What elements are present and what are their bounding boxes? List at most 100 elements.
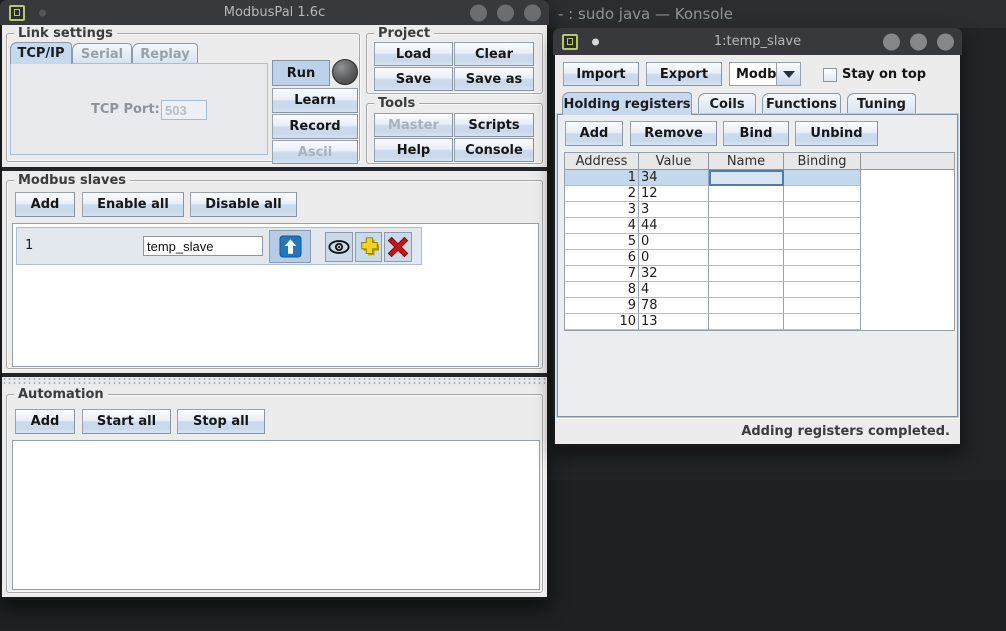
col-value[interactable]: Value: [639, 153, 709, 170]
cell-binding[interactable]: [784, 186, 861, 202]
col-name[interactable]: Name: [709, 153, 784, 170]
record-button[interactable]: Record: [272, 114, 358, 139]
table-row[interactable]: 6 0: [565, 250, 861, 266]
col-address[interactable]: Address: [565, 153, 639, 170]
cell-address[interactable]: 7: [565, 266, 639, 282]
clear-button[interactable]: Clear: [454, 42, 534, 66]
slave-maximize-button[interactable]: [910, 33, 927, 50]
cell-address[interactable]: 5: [565, 234, 639, 250]
cell-name[interactable]: [709, 250, 784, 266]
ascii-button[interactable]: Ascii: [272, 140, 358, 164]
cell-name[interactable]: [709, 282, 784, 298]
konsole-titlebar[interactable]: - : sudo java — Konsole: [548, 0, 1006, 28]
tab-tuning[interactable]: Tuning: [847, 93, 916, 115]
col-binding[interactable]: Binding: [784, 153, 861, 170]
slave-delete-button[interactable]: [384, 232, 412, 262]
tab-replay[interactable]: Replay: [132, 43, 198, 64]
load-button[interactable]: Load: [374, 42, 453, 66]
modbuspal-titlebar[interactable]: ModbusPal 1.6c: [0, 0, 549, 25]
close-button[interactable]: [524, 4, 541, 21]
tcp-port-input[interactable]: [161, 100, 207, 120]
stop-all-button[interactable]: Stop all: [177, 409, 265, 434]
cell-name[interactable]: [709, 266, 784, 282]
cell-address[interactable]: 10: [565, 314, 639, 330]
cell-value[interactable]: 44: [639, 218, 709, 234]
table-row[interactable]: 4 44: [565, 218, 861, 234]
minimize-button[interactable]: [470, 4, 487, 21]
cell-binding[interactable]: [784, 170, 861, 186]
cell-name[interactable]: [709, 186, 784, 202]
cell-name[interactable]: [709, 298, 784, 314]
mode-combobox-arrow-button[interactable]: [776, 62, 801, 86]
maximize-button[interactable]: [497, 4, 514, 21]
automation-add-button[interactable]: Add: [15, 409, 75, 434]
slave-titlebar[interactable]: 1:temp_slave: [553, 28, 962, 55]
cell-binding[interactable]: [784, 218, 861, 234]
registers-table-header[interactable]: Address Value Name Binding: [565, 153, 954, 170]
cell-binding[interactable]: [784, 202, 861, 218]
start-all-button[interactable]: Start all: [82, 409, 171, 434]
cell-address[interactable]: 6: [565, 250, 639, 266]
slave-name-input[interactable]: [143, 236, 263, 256]
cell-value[interactable]: 0: [639, 234, 709, 250]
register-add-button[interactable]: Add: [565, 121, 623, 146]
import-button[interactable]: Import: [563, 62, 639, 86]
cell-address[interactable]: 3: [565, 202, 639, 218]
tab-functions[interactable]: Functions: [762, 93, 841, 115]
table-row[interactable]: 2 12: [565, 186, 861, 202]
cell-binding[interactable]: [784, 298, 861, 314]
cell-address[interactable]: 1: [565, 170, 639, 186]
register-bind-button[interactable]: Bind: [723, 121, 789, 146]
scripts-button[interactable]: Scripts: [454, 113, 534, 137]
split-divider[interactable]: [2, 377, 547, 385]
table-row[interactable]: 7 32: [565, 266, 861, 282]
disable-all-button[interactable]: Disable all: [190, 192, 297, 217]
cell-value[interactable]: 78: [639, 298, 709, 314]
register-unbind-button[interactable]: Unbind: [795, 121, 878, 146]
cell-address[interactable]: 2: [565, 186, 639, 202]
cell-value[interactable]: 0: [639, 250, 709, 266]
tab-coils[interactable]: Coils: [698, 93, 756, 115]
slaves-add-button[interactable]: Add: [15, 192, 75, 217]
cell-name-focused[interactable]: [709, 170, 784, 186]
tab-tcpip[interactable]: TCP/IP: [10, 42, 72, 64]
slave-minimize-button[interactable]: [883, 33, 900, 50]
master-button[interactable]: Master: [374, 113, 453, 137]
slave-row[interactable]: 1: [16, 227, 422, 265]
mode-combobox[interactable]: Modbus: [729, 62, 777, 86]
run-button[interactable]: Run: [272, 60, 330, 86]
cell-binding[interactable]: [784, 314, 861, 330]
stay-on-top-checkbox[interactable]: [823, 68, 837, 82]
tab-serial[interactable]: Serial: [72, 43, 132, 64]
table-row[interactable]: 1 34: [565, 170, 861, 186]
slave-enable-toggle[interactable]: [269, 230, 311, 263]
tab-holding-registers[interactable]: Holding registers: [562, 92, 692, 115]
cell-name[interactable]: [709, 202, 784, 218]
cell-value[interactable]: 4: [639, 282, 709, 298]
cell-name[interactable]: [709, 218, 784, 234]
save-as-button[interactable]: Save as: [454, 67, 534, 91]
slave-close-button[interactable]: [937, 33, 954, 50]
table-row[interactable]: 5 0: [565, 234, 861, 250]
table-row[interactable]: 10 13: [565, 314, 861, 330]
cell-binding[interactable]: [784, 266, 861, 282]
enable-all-button[interactable]: Enable all: [82, 192, 184, 217]
cell-value[interactable]: 32: [639, 266, 709, 282]
cell-value[interactable]: 12: [639, 186, 709, 202]
table-row[interactable]: 8 4: [565, 282, 861, 298]
cell-address[interactable]: 9: [565, 298, 639, 314]
save-button[interactable]: Save: [374, 67, 453, 91]
table-row[interactable]: 3 3: [565, 202, 861, 218]
slave-duplicate-button[interactable]: [355, 232, 382, 262]
help-button[interactable]: Help: [374, 138, 453, 162]
cell-address[interactable]: 8: [565, 282, 639, 298]
cell-value[interactable]: 13: [639, 314, 709, 330]
cell-address[interactable]: 4: [565, 218, 639, 234]
cell-binding[interactable]: [784, 282, 861, 298]
cell-value[interactable]: 34: [639, 170, 709, 186]
register-remove-button[interactable]: Remove: [630, 121, 717, 146]
console-button[interactable]: Console: [454, 138, 534, 162]
cell-name[interactable]: [709, 234, 784, 250]
cell-binding[interactable]: [784, 234, 861, 250]
export-button[interactable]: Export: [646, 62, 722, 86]
